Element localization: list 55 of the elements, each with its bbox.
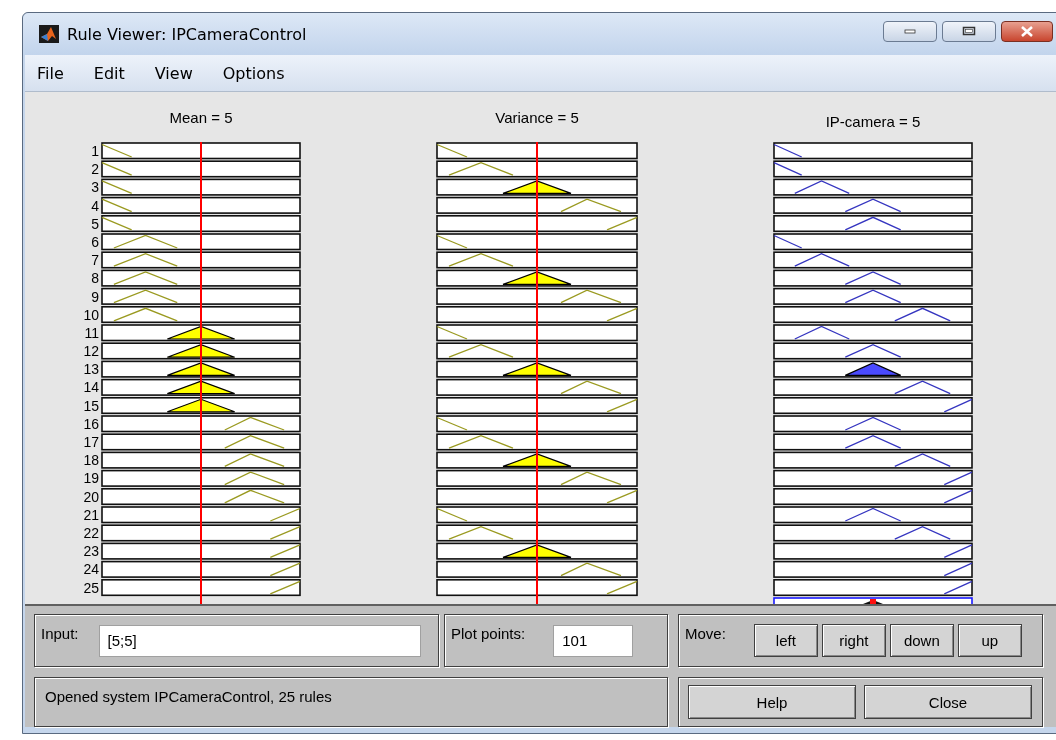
rule-number: 23 <box>83 542 99 561</box>
rule-number: 19 <box>83 469 99 488</box>
rule-number: 6 <box>91 232 99 252</box>
plot-points-field[interactable]: 101 <box>553 624 634 657</box>
maximize-icon <box>962 26 976 36</box>
rule-number: 2 <box>91 160 99 179</box>
rule-number: 1 <box>91 142 99 161</box>
rule-number: 5 <box>91 214 99 233</box>
variable-label: IP-camera = 5 <box>825 112 921 130</box>
close-button[interactable]: Close <box>864 685 1032 719</box>
rule-number: 11 <box>84 323 99 343</box>
rule-number: 10 <box>83 305 99 324</box>
rule-number: 7 <box>91 251 99 270</box>
status-text: Opened system IPCameraControl, 25 rules <box>45 688 332 705</box>
input-field[interactable]: [5;5] <box>98 624 421 657</box>
rule-number: 18 <box>83 451 99 470</box>
maximize-button[interactable] <box>942 20 996 42</box>
rule-number: 13 <box>83 360 99 379</box>
menu-item[interactable]: Options <box>222 63 285 83</box>
minimize-icon <box>904 28 916 34</box>
help-button[interactable]: Help <box>688 685 856 719</box>
close-button[interactable] <box>1001 20 1053 42</box>
rule-number: 22 <box>83 523 99 543</box>
window-title: Rule Viewer: IPCameraControl <box>67 24 307 44</box>
variable-label: Variance = 5 <box>495 108 579 126</box>
input-line[interactable] <box>200 142 202 604</box>
rule-number: 8 <box>91 269 99 288</box>
rule-number: 25 <box>83 578 99 597</box>
rule-number: 24 <box>83 560 99 579</box>
rule-number: 14 <box>83 378 99 397</box>
menu-item[interactable]: View <box>154 63 193 83</box>
rule-number: 12 <box>83 342 99 361</box>
input-line[interactable] <box>536 142 538 604</box>
rule-number: 9 <box>91 287 99 306</box>
minimize-button[interactable] <box>883 20 937 42</box>
move-button[interactable]: left <box>753 624 818 657</box>
menu-item[interactable]: Edit <box>93 63 125 83</box>
rule-number: 20 <box>83 487 99 506</box>
move-button[interactable]: right <box>821 624 886 657</box>
rule-number: 17 <box>83 433 99 452</box>
rule-number: 21 <box>83 505 99 524</box>
rule-number: 16 <box>83 414 99 433</box>
rule-number: 15 <box>83 396 99 415</box>
move-label: Move: <box>685 625 726 642</box>
rule-number: 3 <box>91 178 99 197</box>
menu-item[interactable]: File <box>37 63 64 83</box>
defuzzified-marker <box>863 599 883 604</box>
plot-points-label: Plot points: <box>451 625 526 642</box>
variable-label: Mean = 5 <box>169 108 233 126</box>
rule-number: 4 <box>91 196 99 215</box>
input-label: Input: <box>41 625 79 642</box>
move-button[interactable]: up <box>957 624 1022 657</box>
close-icon <box>1020 25 1034 37</box>
move-button[interactable]: down <box>889 624 954 657</box>
app-icon <box>39 25 59 43</box>
